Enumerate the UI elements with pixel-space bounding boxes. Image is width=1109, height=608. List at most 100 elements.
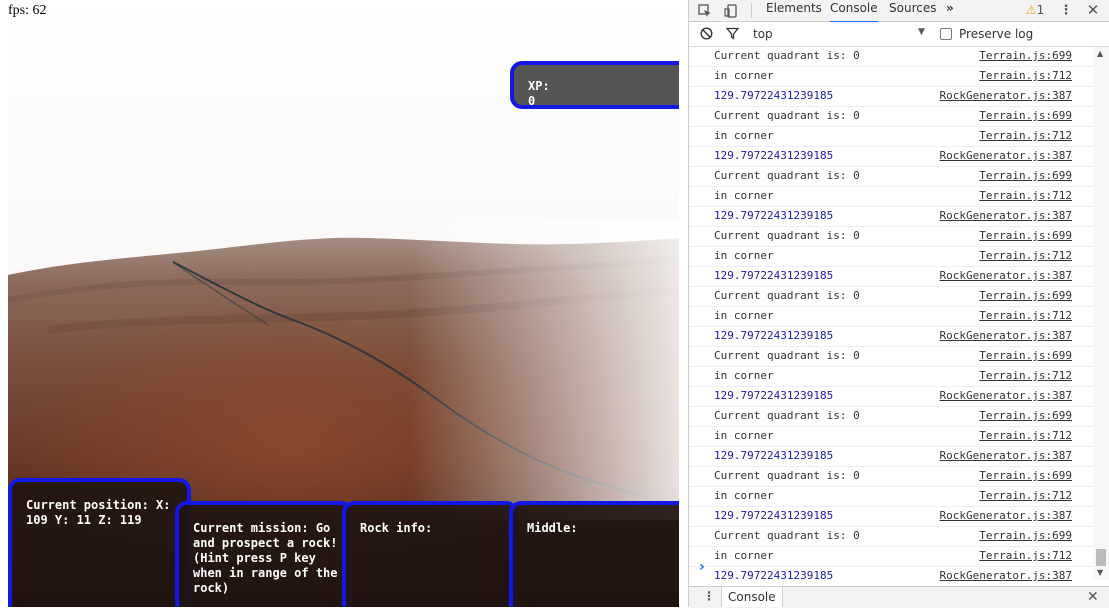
console-message-row: in corner Terrain.js:712	[689, 367, 1093, 387]
console-message-text: Current quadrant is: 0	[714, 169, 860, 182]
console-source-link[interactable]: Terrain.js:699	[979, 167, 1072, 185]
console-message-text: Current quadrant is: 0	[714, 349, 860, 362]
filter-icon[interactable]	[724, 24, 740, 45]
xp-value: 0	[528, 94, 536, 108]
warning-icon: ⚠	[1025, 3, 1037, 17]
console-source-link[interactable]: Terrain.js:699	[979, 287, 1072, 305]
drawer-menu-icon[interactable]: ⋮	[703, 589, 715, 603]
scroll-up-icon[interactable]: ▲	[1097, 49, 1103, 58]
console-source-link[interactable]: Terrain.js:712	[979, 187, 1072, 205]
console-message-text: in corner	[714, 369, 774, 382]
drawer-tab-console[interactable]: Console	[721, 587, 783, 607]
console-message-row: Current quadrant is: 0 Terrain.js:699	[689, 107, 1093, 127]
device-toolbar-icon[interactable]	[721, 0, 741, 21]
console-source-link[interactable]: Terrain.js:712	[979, 247, 1072, 265]
preserve-log-label: Preserve log	[959, 27, 1034, 41]
console-message-text: Current quadrant is: 0	[714, 229, 860, 242]
tab-elements[interactable]: Elements	[766, 0, 822, 21]
console-source-link[interactable]: Terrain.js:712	[979, 367, 1072, 385]
console-message-row: 129.79722431239185 RockGenerator.js:387	[689, 327, 1093, 347]
console-source-link[interactable]: Terrain.js:699	[979, 527, 1072, 545]
console-message-row: in corner Terrain.js:712	[689, 187, 1093, 207]
console-source-link[interactable]: RockGenerator.js:387	[940, 387, 1072, 405]
console-message-row: Current quadrant is: 0 Terrain.js:699	[689, 527, 1093, 547]
console-message-text: Current quadrant is: 0	[714, 49, 860, 62]
console-source-link[interactable]: RockGenerator.js:387	[940, 447, 1072, 465]
console-message-row: Current quadrant is: 0 Terrain.js:699	[689, 467, 1093, 487]
more-tabs-icon[interactable]: »	[946, 0, 954, 21]
console-messages: Current quadrant is: 0 Terrain.js:699 in c…	[689, 47, 1093, 587]
clear-console-icon[interactable]	[698, 24, 714, 45]
devtools-panel: Elements Console Sources » ⚠1 ⋮ ✕ top ▼ …	[688, 0, 1109, 608]
console-message-text: in corner	[714, 69, 774, 82]
kebab-menu-icon[interactable]: ⋮	[1059, 0, 1073, 21]
console-message-row: 129.79722431239185 RockGenerator.js:387	[689, 387, 1093, 407]
console-filter-bar: top ▼ Preserve log	[689, 22, 1109, 47]
tab-sources[interactable]: Sources	[889, 0, 936, 21]
console-message-row: Current quadrant is: 0 Terrain.js:699	[689, 47, 1093, 67]
scroll-down-icon[interactable]: ▼	[1097, 568, 1103, 577]
console-source-link[interactable]: Terrain.js:712	[979, 427, 1072, 445]
console-message-text: in corner	[714, 249, 774, 262]
console-source-link[interactable]: Terrain.js:712	[979, 127, 1072, 145]
close-drawer-icon[interactable]: ✕	[1087, 589, 1099, 605]
console-message-text: 129.79722431239185	[714, 89, 834, 102]
console-message-row: 129.79722431239185 RockGenerator.js:387	[689, 267, 1093, 287]
console-source-link[interactable]: RockGenerator.js:387	[940, 87, 1072, 105]
console-message-row: Current quadrant is: 0 Terrain.js:699	[689, 407, 1093, 427]
console-source-link[interactable]: Terrain.js:699	[979, 347, 1072, 365]
drawer-bar: ⋮ Console ✕	[689, 586, 1109, 608]
console-source-link[interactable]: Terrain.js:699	[979, 227, 1072, 245]
console-message-text: Current quadrant is: 0	[714, 529, 860, 542]
console-message-text: 129.79722431239185	[714, 389, 834, 402]
console-message-text: Current quadrant is: 0	[714, 109, 860, 122]
context-dropdown-icon[interactable]: ▼	[918, 27, 925, 37]
console-message-row: Current quadrant is: 0 Terrain.js:699	[689, 227, 1093, 247]
console-source-link[interactable]: Terrain.js:712	[979, 307, 1072, 325]
inspect-element-icon[interactable]	[695, 0, 715, 21]
position-panel: Current position: X: 109 Y: 11 Z: 119	[8, 478, 191, 607]
console-scrollbar[interactable]: ▲ ▼	[1093, 47, 1109, 580]
prompt-chevron-icon: ›	[699, 559, 705, 575]
console-message-row: Current quadrant is: 0 Terrain.js:699	[689, 347, 1093, 367]
preserve-log-checkbox[interactable]	[940, 28, 952, 40]
console-message-row: 129.79722431239185 RockGenerator.js:387	[689, 447, 1093, 467]
console-source-link[interactable]: RockGenerator.js:387	[940, 267, 1072, 285]
scrollbar-thumb[interactable]	[1096, 549, 1106, 566]
console-source-link[interactable]: Terrain.js:699	[979, 407, 1072, 425]
console-source-link[interactable]: RockGenerator.js:387	[940, 207, 1072, 225]
console-source-link[interactable]: RockGenerator.js:387	[940, 147, 1072, 165]
console-message-text: in corner	[714, 429, 774, 442]
console-source-link[interactable]: Terrain.js:712	[979, 487, 1072, 505]
middle-panel: Middle:	[509, 501, 679, 607]
tab-console[interactable]: Console	[830, 0, 878, 23]
game-viewport[interactable]: fps: 62 XP: 0 Current position: X: 109 Y…	[0, 0, 679, 607]
console-message-text: 129.79722431239185	[714, 209, 834, 222]
console-source-link[interactable]: Terrain.js:699	[979, 107, 1072, 125]
console-message-row: Current quadrant is: 0 Terrain.js:699	[689, 167, 1093, 187]
console-message-text: Current quadrant is: 0	[714, 469, 860, 482]
console-message-text: in corner	[714, 189, 774, 202]
console-message-row: 129.79722431239185 RockGenerator.js:387	[689, 87, 1093, 107]
warning-count: 1	[1036, 3, 1045, 17]
console-source-link[interactable]: Terrain.js:712	[979, 67, 1072, 85]
xp-label: XP:	[528, 79, 550, 93]
close-devtools-icon[interactable]: ✕	[1085, 0, 1101, 21]
mission-text: Current mission: Go and prospect a rock!…	[193, 521, 338, 595]
console-message-text: 129.79722431239185	[714, 149, 834, 162]
console-source-link[interactable]: RockGenerator.js:387	[940, 507, 1072, 525]
console-prompt[interactable]: ›	[689, 559, 1093, 579]
console-source-link[interactable]: RockGenerator.js:387	[940, 327, 1072, 345]
console-message-text: 129.79722431239185	[714, 329, 834, 342]
warning-badge[interactable]: ⚠1	[1023, 0, 1047, 21]
console-message-text: in corner	[714, 489, 774, 502]
console-message-text: 129.79722431239185	[714, 509, 834, 522]
position-text: Current position: X: 109 Y: 11 Z: 119	[26, 498, 171, 527]
console-message-row: in corner Terrain.js:712	[689, 67, 1093, 87]
console-source-link[interactable]: Terrain.js:699	[979, 47, 1072, 65]
console-source-link[interactable]: Terrain.js:699	[979, 467, 1072, 485]
devtools-toolbar: Elements Console Sources » ⚠1 ⋮ ✕	[689, 0, 1109, 23]
console-message-row: in corner Terrain.js:712	[689, 307, 1093, 327]
context-selector[interactable]: top	[753, 27, 773, 41]
console-message-row: Current quadrant is: 0 Terrain.js:699	[689, 287, 1093, 307]
